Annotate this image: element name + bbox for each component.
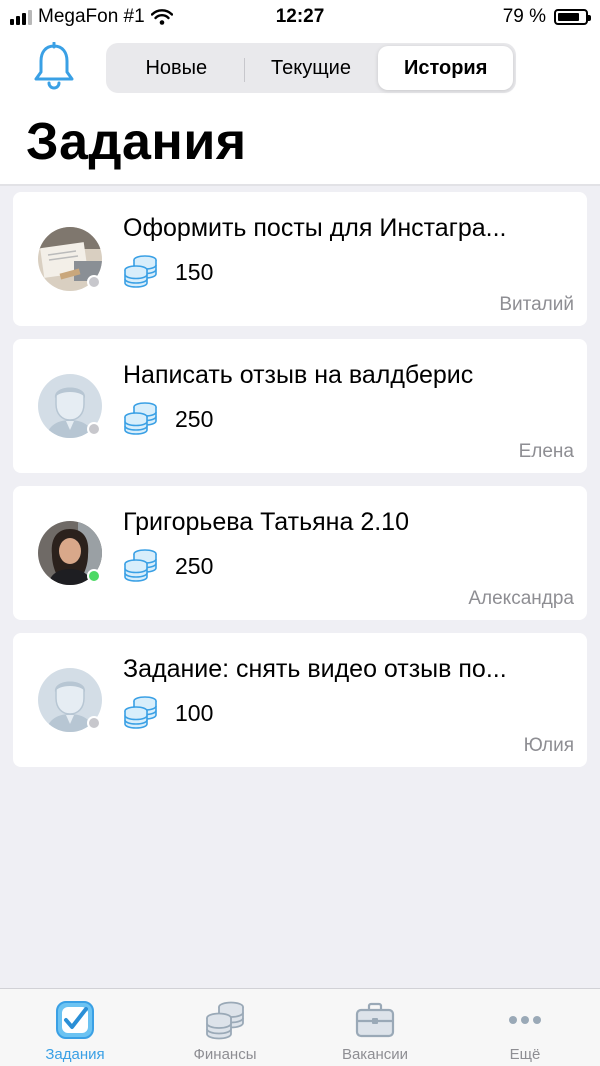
checkbox-icon [56, 1001, 94, 1039]
tab-bar: Задания Финансы Вакансии Ещё [0, 988, 600, 1066]
status-dot [87, 569, 101, 583]
task-title: Задание: снять видео отзыв по... [123, 655, 507, 683]
coins-icon [124, 549, 157, 582]
coins-icon [124, 696, 157, 729]
battery-group: 79 % [502, 6, 591, 28]
task-amount: 150 [175, 259, 214, 285]
status-bar: MegaFon #1 12:27 79 % [0, 0, 600, 34]
task-card[interactable]: Оформить посты для Инстагра... 150 Витал… [13, 192, 587, 326]
task-amount: 250 [175, 553, 214, 579]
coins-icon [124, 402, 157, 435]
tab-tasks[interactable]: Задания [0, 989, 150, 1066]
page-title: Задания [26, 113, 247, 171]
coins-icon [206, 1001, 244, 1040]
tab-label: Финансы [193, 1046, 257, 1063]
status-dot [87, 422, 101, 436]
task-card[interactable]: Написать отзыв на валдберис 250 Елена [13, 339, 587, 473]
tab-label: Ещё [509, 1046, 541, 1063]
tab-more[interactable]: Ещё [450, 989, 600, 1066]
task-card[interactable]: Задание: снять видео отзыв по... 100 Юли… [13, 633, 587, 767]
battery-percent: 79 % [502, 6, 546, 27]
briefcase-icon [355, 1002, 395, 1038]
task-card[interactable]: Григорьева Татьяна 2.10 250 Александра [13, 486, 587, 620]
header: MegaFon #1 12:27 79 % Новые Текущие Исто… [0, 0, 600, 186]
tab-vacancies[interactable]: Вакансии [300, 989, 450, 1066]
tab-finance[interactable]: Финансы [150, 989, 300, 1066]
coins-icon [124, 255, 157, 288]
task-author: Юлия [523, 735, 574, 756]
task-title: Написать отзыв на валдберис [123, 361, 474, 389]
tasks-segmented-control: Новые Текущие История [106, 43, 516, 93]
status-dot [87, 716, 101, 730]
segment-history[interactable]: История [378, 46, 514, 90]
task-author: Елена [518, 441, 574, 462]
task-list: Оформить посты для Инстагра... 150 Витал… [13, 192, 587, 780]
task-title: Оформить посты для Инстагра... [123, 214, 507, 242]
segment-current[interactable]: Текущие [243, 46, 379, 90]
task-title: Григорьева Татьяна 2.10 [123, 508, 409, 536]
tab-label: Вакансии [341, 1046, 409, 1063]
bell-icon[interactable] [30, 42, 78, 92]
tab-label: Задания [45, 1046, 105, 1063]
segment-new[interactable]: Новые [109, 46, 244, 90]
task-author: Виталий [499, 294, 574, 315]
task-amount: 100 [175, 700, 214, 726]
task-author: Александра [468, 588, 574, 609]
status-dot [87, 275, 101, 289]
battery-icon [554, 9, 591, 25]
more-icon [509, 1016, 541, 1024]
task-amount: 250 [175, 406, 214, 432]
